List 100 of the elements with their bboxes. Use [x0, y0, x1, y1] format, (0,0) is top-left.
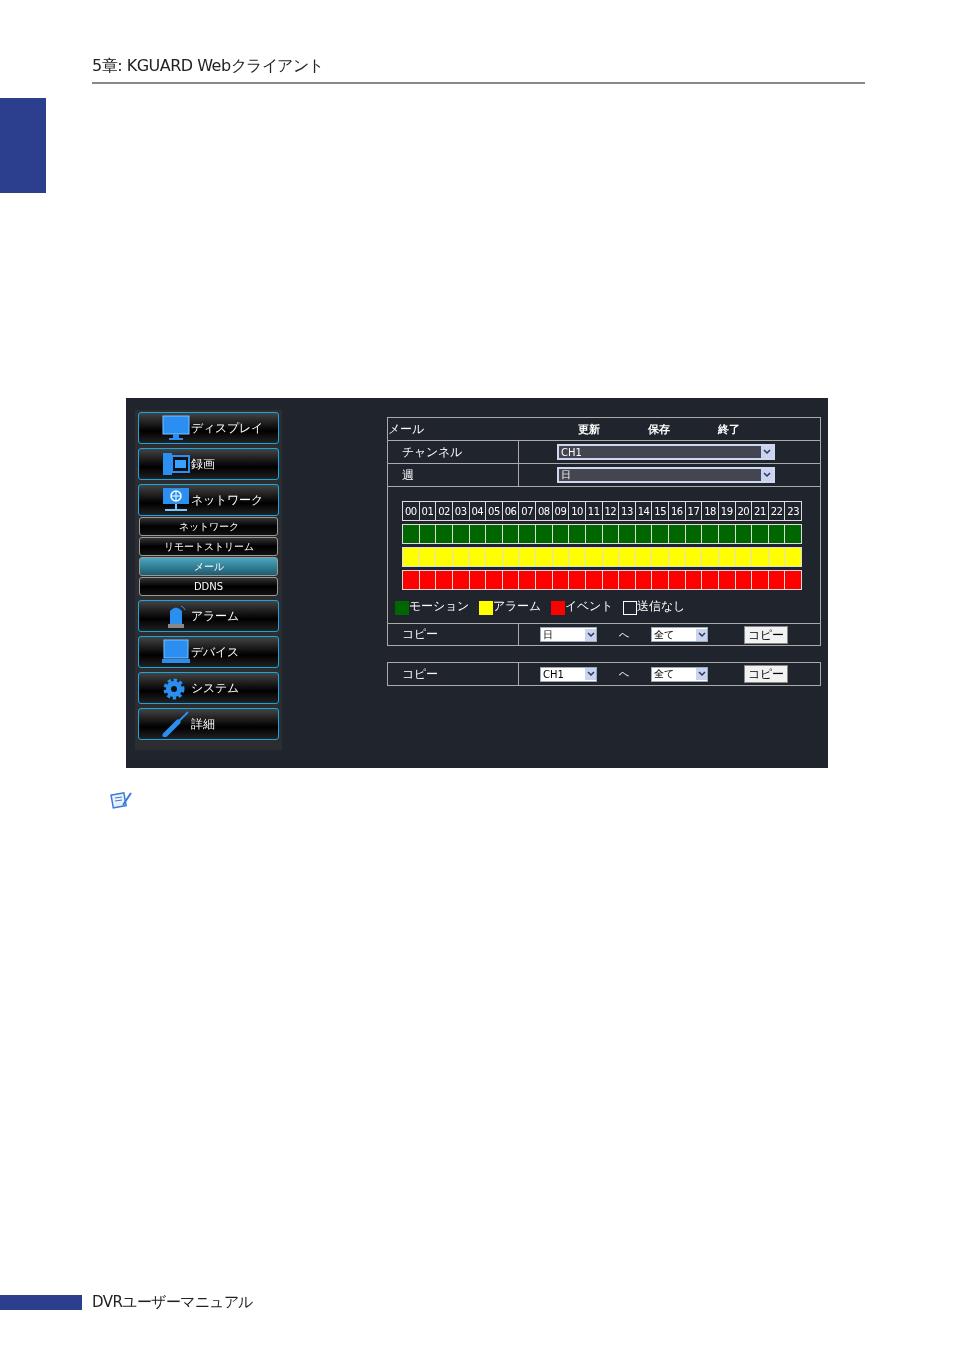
- dropdown[interactable]: 日: [540, 627, 597, 642]
- hour-label: 01: [418, 501, 436, 521]
- hour-label: 05: [485, 501, 502, 521]
- hour-label: 07: [518, 501, 535, 521]
- schedule-cell[interactable]: [784, 547, 802, 567]
- dropdown-arrow-icon: [696, 668, 707, 680]
- copy-button[interactable]: コピー: [744, 665, 788, 683]
- monitor-icon: [162, 415, 190, 441]
- schedule-cell[interactable]: [435, 547, 452, 567]
- schedule-cell[interactable]: [435, 570, 452, 590]
- schedule-cell[interactable]: [535, 547, 552, 567]
- chapter-title: 5章: KGUARD Webクライアント: [92, 56, 324, 75]
- schedule-cell[interactable]: [784, 570, 802, 590]
- hour-label: 17: [684, 501, 702, 521]
- footer-title: DVRユーザーマニュアル: [92, 1293, 253, 1312]
- hour-label: 14: [634, 501, 652, 521]
- submenu-item[interactable]: リモートストリーム: [139, 537, 278, 556]
- hour-label: 06: [501, 501, 519, 521]
- schedule-cell[interactable]: [751, 570, 768, 590]
- legend-label: アラーム: [493, 598, 541, 615]
- dropdown-arrow-icon: [761, 469, 773, 481]
- schedule-cell[interactable]: [485, 570, 502, 590]
- schedule-cell[interactable]: [701, 570, 718, 590]
- schedule-cell[interactable]: [618, 547, 635, 567]
- legend-swatch: [623, 601, 637, 615]
- field-label: チャンネル: [388, 441, 519, 463]
- alarm-light-icon: [166, 603, 186, 629]
- submenu-item[interactable]: DDNS: [139, 577, 278, 596]
- hour-label: 18: [701, 501, 718, 521]
- schedule-cell[interactable]: [518, 547, 535, 567]
- dropdown-arrow-icon: [761, 446, 773, 458]
- hour-label: 19: [717, 501, 735, 521]
- action-link[interactable]: 終了: [718, 421, 740, 437]
- schedule-cell[interactable]: [402, 547, 419, 567]
- hour-label: 15: [651, 501, 668, 521]
- schedule-cell[interactable]: [751, 547, 768, 567]
- schedule-cell[interactable]: [402, 524, 419, 544]
- schedule-cell[interactable]: [518, 524, 535, 544]
- hour-label: 20: [734, 501, 752, 521]
- hour-label: 10: [568, 501, 585, 521]
- submenu-item[interactable]: ネットワーク: [139, 517, 278, 536]
- hour-label: 16: [668, 501, 685, 521]
- schedule-cell[interactable]: [668, 547, 685, 567]
- legend-label: モーション: [409, 598, 469, 615]
- dropdown[interactable]: 全て: [651, 627, 708, 642]
- panel-title: メール: [388, 420, 425, 438]
- schedule-cell[interactable]: [701, 524, 718, 544]
- dropdown[interactable]: CH1: [557, 444, 775, 460]
- schedule-cell[interactable]: [485, 547, 502, 567]
- menu-button[interactable]: デバイス: [138, 636, 279, 668]
- schedule-cell[interactable]: [784, 524, 802, 544]
- hour-label: 12: [601, 501, 619, 521]
- dropdown[interactable]: 全て: [651, 666, 708, 682]
- schedule-cell[interactable]: [402, 570, 419, 590]
- schedule-cell[interactable]: [535, 570, 552, 590]
- network-icon: [162, 487, 190, 513]
- legend-label: イベント: [565, 598, 613, 615]
- schedule-cell[interactable]: [568, 524, 585, 544]
- hour-label: 11: [584, 501, 602, 521]
- schedule-cell[interactable]: [651, 524, 668, 544]
- menu-button[interactable]: ディスプレイ: [138, 412, 279, 444]
- to-label: へ: [618, 627, 630, 642]
- menu-button[interactable]: アラーム: [138, 600, 279, 632]
- schedule-cell[interactable]: [435, 524, 452, 544]
- copy-button[interactable]: コピー: [744, 625, 788, 644]
- schedule-cell[interactable]: [651, 570, 668, 590]
- dropdown[interactable]: 日: [557, 467, 775, 483]
- film-icon: [162, 451, 190, 477]
- schedule-cell[interactable]: [568, 547, 585, 567]
- hour-label: 08: [535, 501, 552, 521]
- menu-button[interactable]: 録画: [138, 448, 279, 480]
- action-link[interactable]: 保存: [648, 421, 670, 437]
- hour-label: 00: [402, 501, 419, 521]
- schedule-cell[interactable]: [668, 524, 685, 544]
- schedule-cell[interactable]: [701, 547, 718, 567]
- submenu-item[interactable]: メール: [139, 557, 278, 576]
- schedule-cell[interactable]: [618, 570, 635, 590]
- hour-label: 23: [784, 501, 802, 521]
- schedule-cell[interactable]: [568, 570, 585, 590]
- hour-label: 02: [435, 501, 452, 521]
- schedule-cell[interactable]: [518, 570, 535, 590]
- hour-label: 22: [767, 501, 785, 521]
- to-label: へ: [618, 667, 630, 681]
- action-link[interactable]: 更新: [578, 421, 600, 437]
- hour-label: 21: [751, 501, 768, 521]
- dropdown-arrow-icon: [585, 668, 596, 680]
- schedule-cell[interactable]: [651, 547, 668, 567]
- schedule-cell[interactable]: [668, 570, 685, 590]
- schedule-cell[interactable]: [485, 524, 502, 544]
- hour-label: 13: [618, 501, 635, 521]
- hour-label: 04: [468, 501, 486, 521]
- field-label: コピー: [388, 663, 519, 685]
- schedule-cell[interactable]: [751, 524, 768, 544]
- schedule-cell[interactable]: [618, 524, 635, 544]
- schedule-cell[interactable]: [535, 524, 552, 544]
- menu-button[interactable]: ネットワーク: [138, 484, 279, 516]
- hour-label: 09: [551, 501, 569, 521]
- menu-button[interactable]: システム: [138, 672, 279, 704]
- menu-button[interactable]: 詳細: [138, 708, 279, 740]
- dropdown[interactable]: CH1: [540, 666, 597, 682]
